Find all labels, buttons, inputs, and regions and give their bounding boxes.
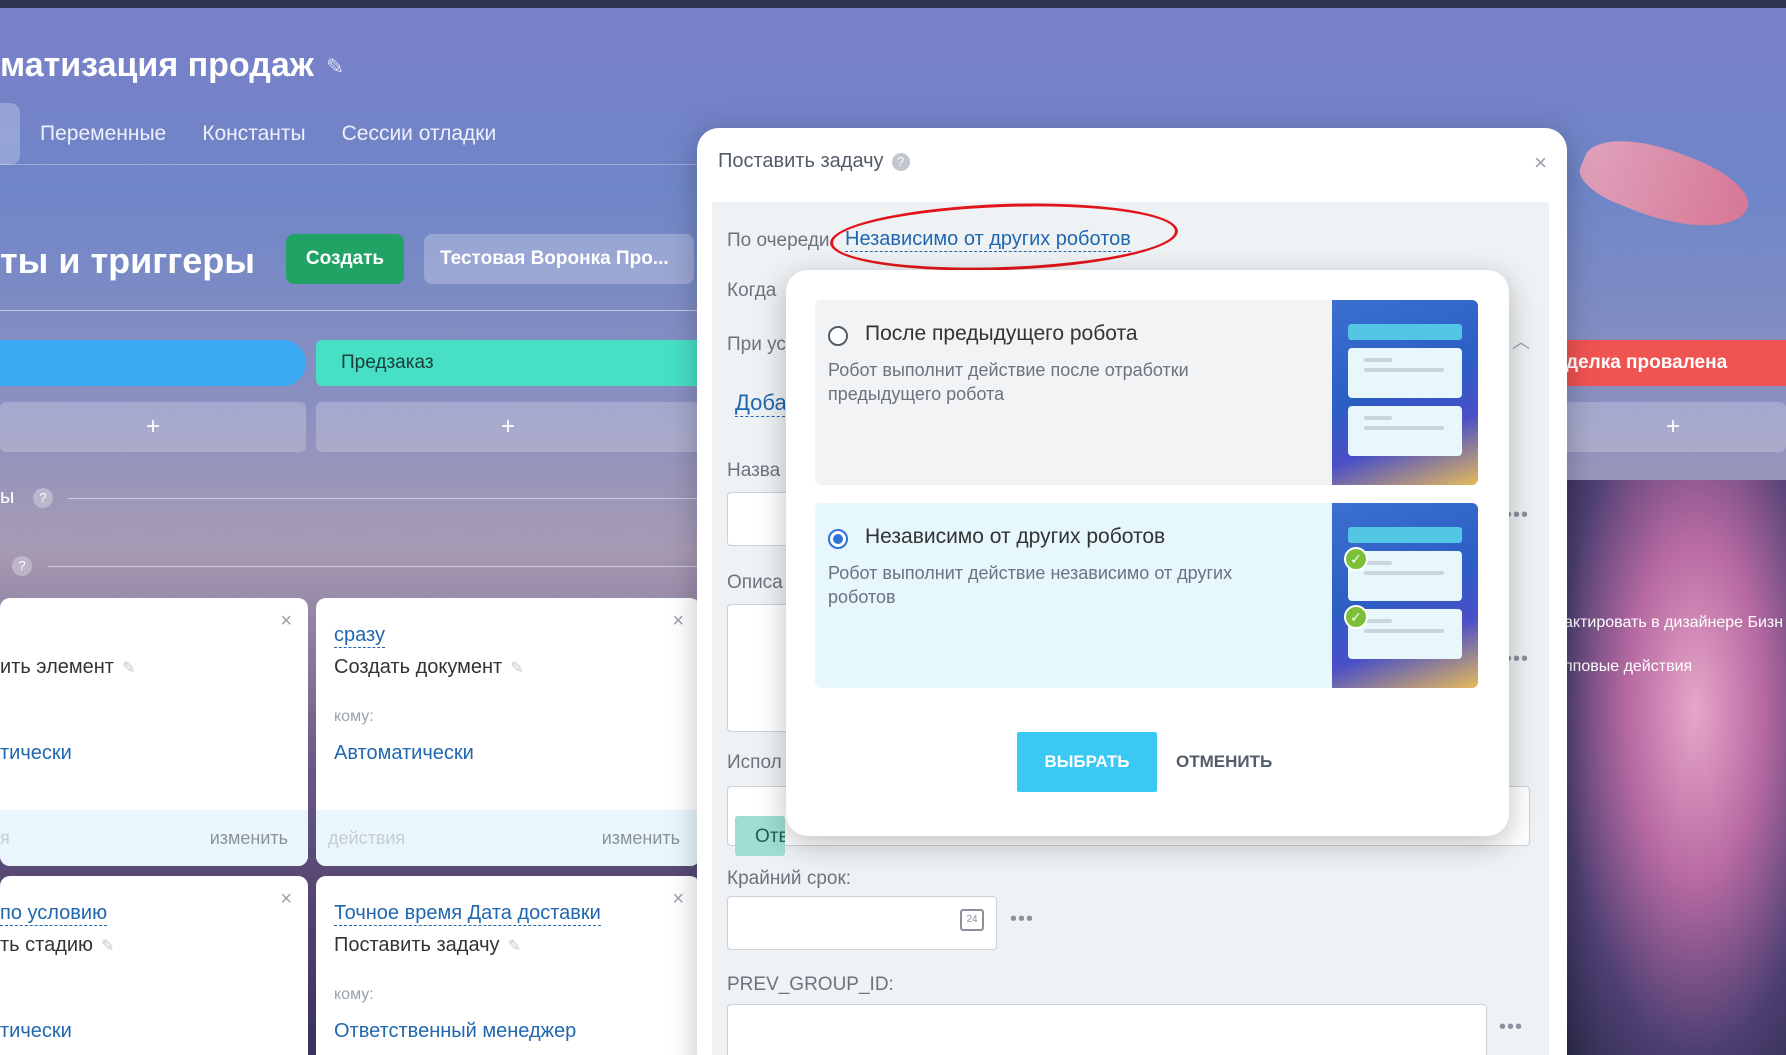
card-edit-link[interactable]: изменить bbox=[210, 828, 288, 849]
window-top-bar bbox=[0, 0, 1786, 8]
close-icon[interactable]: × bbox=[280, 888, 292, 911]
pencil-icon[interactable]: ✎ bbox=[122, 660, 135, 677]
card-to-label: кому: bbox=[334, 708, 374, 725]
card-title: Создать документ ✎ bbox=[334, 656, 524, 678]
close-icon[interactable]: × bbox=[672, 888, 684, 911]
close-icon[interactable]: × bbox=[672, 610, 684, 633]
sequence-illustration bbox=[1332, 300, 1478, 485]
robot-card[interactable]: × ить элемент ✎ тически я изменить bbox=[0, 598, 308, 866]
background-flower bbox=[1560, 480, 1786, 1055]
executor-label: Испол bbox=[727, 752, 782, 773]
deadline-label: Крайний срок: bbox=[727, 868, 852, 889]
stage-failed[interactable]: делка провалена bbox=[1560, 340, 1786, 386]
card-to-label: кому: bbox=[334, 986, 374, 1003]
stage-preorder[interactable]: Предзаказ bbox=[316, 340, 700, 386]
card-footer: действия изменить bbox=[316, 810, 700, 866]
more-dots-icon[interactable]: ••• bbox=[1010, 908, 1034, 931]
illustration-box bbox=[1348, 348, 1462, 398]
description-label: Описа bbox=[727, 572, 783, 593]
parallel-illustration: ✓ ✓ bbox=[1332, 503, 1478, 688]
help-icon[interactable]: ? bbox=[33, 488, 53, 508]
row-divider bbox=[48, 566, 700, 567]
illustration-box bbox=[1348, 406, 1462, 456]
divider bbox=[0, 310, 700, 311]
robot-card[interactable]: × Точное время Дата доставки Поставить з… bbox=[316, 876, 700, 1055]
card-to-value[interactable]: тически bbox=[0, 742, 72, 765]
prev-group-label: PREV_GROUP_ID: bbox=[727, 974, 894, 995]
add-robot-button[interactable]: + bbox=[1560, 402, 1786, 452]
edit-in-designer-link[interactable]: актировать в дизайнере Бизн bbox=[1564, 614, 1783, 632]
close-icon[interactable]: × bbox=[280, 610, 292, 633]
pencil-icon[interactable]: ✎ bbox=[508, 938, 521, 955]
card-footer: я изменить bbox=[0, 810, 308, 866]
group-actions-link[interactable]: пповые действия bbox=[1564, 658, 1692, 676]
responsible-tag[interactable]: Отв bbox=[735, 816, 785, 856]
pencil-icon[interactable]: ✎ bbox=[510, 660, 523, 677]
tabs-divider bbox=[0, 164, 700, 165]
illustration-bar bbox=[1348, 527, 1462, 543]
choose-button[interactable]: ВЫБРАТЬ bbox=[1017, 732, 1157, 792]
deadline-input[interactable]: 24 bbox=[727, 896, 997, 950]
name-label: Назва bbox=[727, 460, 781, 481]
card-title: ить элемент ✎ bbox=[0, 656, 136, 678]
more-dots-icon[interactable]: ••• bbox=[1499, 1016, 1523, 1039]
card-title: ть стадию ✎ bbox=[0, 934, 115, 956]
add-condition-link[interactable]: Доба bbox=[735, 390, 785, 417]
background-petal bbox=[1573, 120, 1757, 250]
calendar-icon[interactable]: 24 bbox=[960, 909, 984, 931]
check-icon: ✓ bbox=[1344, 605, 1368, 629]
condition-label: При ус bbox=[727, 334, 786, 355]
card-when-link[interactable]: Точное время Дата доставки bbox=[334, 902, 601, 926]
radio-after-previous[interactable] bbox=[828, 326, 848, 346]
card-actions-label: я bbox=[0, 828, 10, 848]
option-title: Независимо от других роботов bbox=[865, 525, 1166, 548]
robot-card[interactable]: × сразу Создать документ ✎ кому: Автомати… bbox=[316, 598, 700, 866]
check-icon: ✓ bbox=[1344, 547, 1368, 571]
section-title: ты и триггеры bbox=[0, 240, 256, 281]
dialog-title: Поставить задачу? bbox=[718, 150, 910, 173]
card-to-value[interactable]: тически bbox=[0, 1020, 72, 1043]
row-label: ы bbox=[0, 486, 15, 508]
card-to-value[interactable]: Ответственный менеджер bbox=[334, 1020, 576, 1043]
help-icon[interactable]: ? bbox=[891, 152, 910, 171]
page-title: матизация продаж ✎ bbox=[0, 46, 345, 84]
radio-independent[interactable] bbox=[828, 529, 848, 549]
illustration-bar bbox=[1348, 324, 1462, 340]
funnel-select[interactable]: Тестовая Воронка Про... bbox=[424, 234, 694, 284]
cancel-button[interactable]: ОТМЕНИТЬ bbox=[1176, 732, 1272, 792]
create-button[interactable]: Создать bbox=[286, 234, 404, 284]
card-to-value[interactable]: Автоматически bbox=[334, 742, 474, 765]
robot-card[interactable]: × по условию ть стадию ✎ тически bbox=[0, 876, 308, 1055]
tab-variables[interactable]: Переменные bbox=[40, 122, 166, 146]
queue-mode-popup: После предыдущего робота Робот выполнит … bbox=[786, 270, 1509, 836]
tab-debug-sessions[interactable]: Сессии отладки bbox=[342, 122, 497, 146]
option-description: Робот выполнит действие независимо от др… bbox=[828, 563, 1233, 607]
card-when-link[interactable]: по условию bbox=[0, 902, 108, 926]
card-edit-link[interactable]: изменить bbox=[602, 828, 680, 849]
option-independent[interactable]: Независимо от других роботов Робот выпол… bbox=[815, 503, 1478, 688]
add-robot-button[interactable]: + bbox=[0, 402, 306, 452]
pin-icon[interactable]: ✎ bbox=[326, 54, 344, 80]
when-label: Когда bbox=[727, 280, 777, 301]
prev-group-input[interactable] bbox=[727, 1004, 1487, 1055]
card-title: Поставить задачу ✎ bbox=[334, 934, 521, 956]
add-robot-button[interactable]: + bbox=[316, 402, 700, 452]
option-after-previous[interactable]: После предыдущего робота Робот выполнит … bbox=[815, 300, 1478, 485]
option-description: Робот выполнит действие после отработки … bbox=[828, 360, 1189, 404]
tab-active[interactable] bbox=[0, 103, 20, 165]
tabs-bar: Переменные Константы Сессии отладки bbox=[0, 103, 532, 165]
option-title: После предыдущего робота bbox=[865, 322, 1138, 345]
stage-blue[interactable] bbox=[0, 340, 306, 386]
close-icon[interactable]: × bbox=[1534, 150, 1547, 176]
card-when-link[interactable]: сразу bbox=[334, 624, 385, 648]
queue-label: По очереди bbox=[727, 230, 830, 251]
pencil-icon[interactable]: ✎ bbox=[101, 938, 114, 955]
card-actions-label: действия bbox=[328, 828, 406, 848]
help-icon[interactable]: ? bbox=[12, 556, 32, 576]
tab-constants[interactable]: Константы bbox=[202, 122, 305, 146]
row-divider bbox=[68, 498, 700, 499]
chevron-up-icon[interactable]: ︿ bbox=[1512, 328, 1530, 354]
